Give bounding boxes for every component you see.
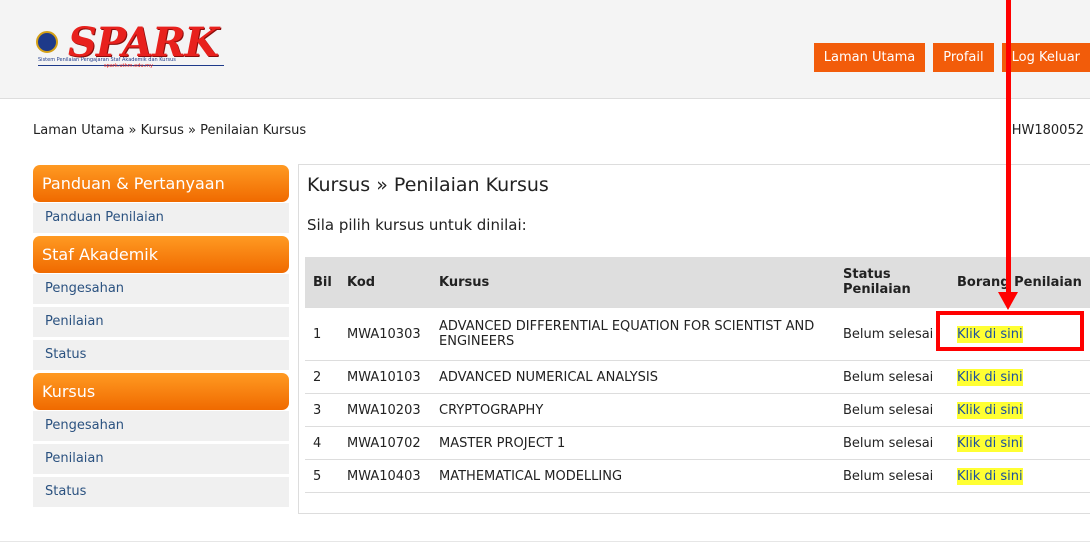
evaluation-status: Belum selesai (835, 307, 949, 361)
table-row: 3 MWA10203 CRYPTOGRAPHY Belum selesai Kl… (305, 393, 1090, 427)
column-header-kursus: Kursus (431, 257, 835, 308)
course-name: MATHEMATICAL MODELLING (431, 459, 835, 493)
table-header-row: Bil Kod Kursus Status Penilaian Borang P… (305, 257, 1090, 308)
evaluation-status: Belum selesai (835, 426, 949, 460)
evaluation-form-cell: Klik di sini (949, 459, 1090, 493)
evaluation-form-link[interactable]: Klik di sini (957, 467, 1023, 485)
column-header-kod: Kod (339, 257, 431, 308)
evaluation-status: Belum selesai (835, 459, 949, 493)
sidebar-item-kursus-penilaian[interactable]: Penilaian (33, 444, 289, 474)
annotation-arrow-head-icon (998, 292, 1018, 310)
course-name: ADVANCED NUMERICAL ANALYSIS (431, 360, 835, 394)
course-code: MWA10403 (339, 459, 431, 493)
annotation-arrow-shaft (1006, 0, 1011, 298)
course-name: MASTER PROJECT 1 (431, 426, 835, 460)
evaluation-form-link[interactable]: Klik di sini (957, 434, 1023, 452)
sidebar-heading-panduan[interactable]: Panduan & Pertanyaan (33, 165, 289, 202)
sidebar-item-kursus-pengesahan[interactable]: Pengesahan (33, 411, 289, 441)
evaluation-form-link[interactable]: Klik di sini (957, 401, 1023, 419)
sidebar-item-panduan-penilaian[interactable]: Panduan Penilaian (33, 203, 289, 233)
evaluation-status: Belum selesai (835, 393, 949, 427)
sidebar-item-staf-pengesahan[interactable]: Pengesahan (33, 274, 289, 304)
column-header-bil: Bil (305, 257, 339, 308)
evaluation-form-cell: Klik di sini (949, 360, 1090, 394)
sidebar: Panduan & Pertanyaan Panduan Penilaian S… (33, 165, 289, 510)
course-code: MWA10203 (339, 393, 431, 427)
row-number: 4 (305, 426, 339, 460)
annotation-highlight-box (936, 311, 1084, 351)
spark-logo[interactable]: SPARK Sistem Penilaian Pengajaran Staf A… (36, 19, 226, 69)
breadcrumb[interactable]: Laman Utama » Kursus » Penilaian Kursus (33, 123, 306, 138)
course-code: MWA10303 (339, 307, 431, 361)
row-number: 5 (305, 459, 339, 493)
instruction-text: Sila pilih kursus untuk dinilai: (307, 216, 527, 234)
row-number: 3 (305, 393, 339, 427)
sidebar-heading-staf-akademik[interactable]: Staf Akademik (33, 236, 289, 273)
sidebar-heading-kursus[interactable]: Kursus (33, 373, 289, 410)
top-navigation: Laman Utama Profail Log Keluar (813, 43, 1090, 72)
course-name: CRYPTOGRAPHY (431, 393, 835, 427)
sidebar-item-staf-penilaian[interactable]: Penilaian (33, 307, 289, 337)
header-bar: SPARK Sistem Penilaian Pengajaran Staf A… (0, 0, 1090, 99)
crest-icon (36, 31, 58, 53)
table-row: 4 MWA10702 MASTER PROJECT 1 Belum selesa… (305, 426, 1090, 460)
sidebar-item-staf-status[interactable]: Status (33, 340, 289, 370)
course-code: MWA10702 (339, 426, 431, 460)
course-name: ADVANCED DIFFERENTIAL EQUATION FOR SCIEN… (431, 307, 835, 361)
evaluation-form-link[interactable]: Klik di sini (957, 368, 1023, 386)
page-title: Kursus » Penilaian Kursus (307, 174, 549, 196)
user-id: HW180052 (1011, 123, 1084, 138)
course-code: MWA10103 (339, 360, 431, 394)
sidebar-item-kursus-status[interactable]: Status (33, 477, 289, 507)
course-table: Bil Kod Kursus Status Penilaian Borang P… (305, 257, 1090, 493)
evaluation-form-cell: Klik di sini (949, 393, 1090, 427)
row-number: 2 (305, 360, 339, 394)
table-row: 2 MWA10103 ADVANCED NUMERICAL ANALYSIS B… (305, 360, 1090, 394)
evaluation-form-cell: Klik di sini (949, 426, 1090, 460)
evaluation-status: Belum selesai (835, 360, 949, 394)
column-header-borang: Borang Penilaian (949, 257, 1090, 308)
table-row: 5 MWA10403 MATHEMATICAL MODELLING Belum … (305, 459, 1090, 493)
home-button[interactable]: Laman Utama (813, 43, 926, 72)
profile-button[interactable]: Profail (933, 43, 994, 72)
logo-url: spark.uthm.edu.my (104, 63, 153, 69)
footer-divider (0, 541, 1090, 542)
logout-button[interactable]: Log Keluar (1001, 43, 1090, 72)
column-header-status: Status Penilaian (835, 257, 949, 308)
row-number: 1 (305, 307, 339, 361)
